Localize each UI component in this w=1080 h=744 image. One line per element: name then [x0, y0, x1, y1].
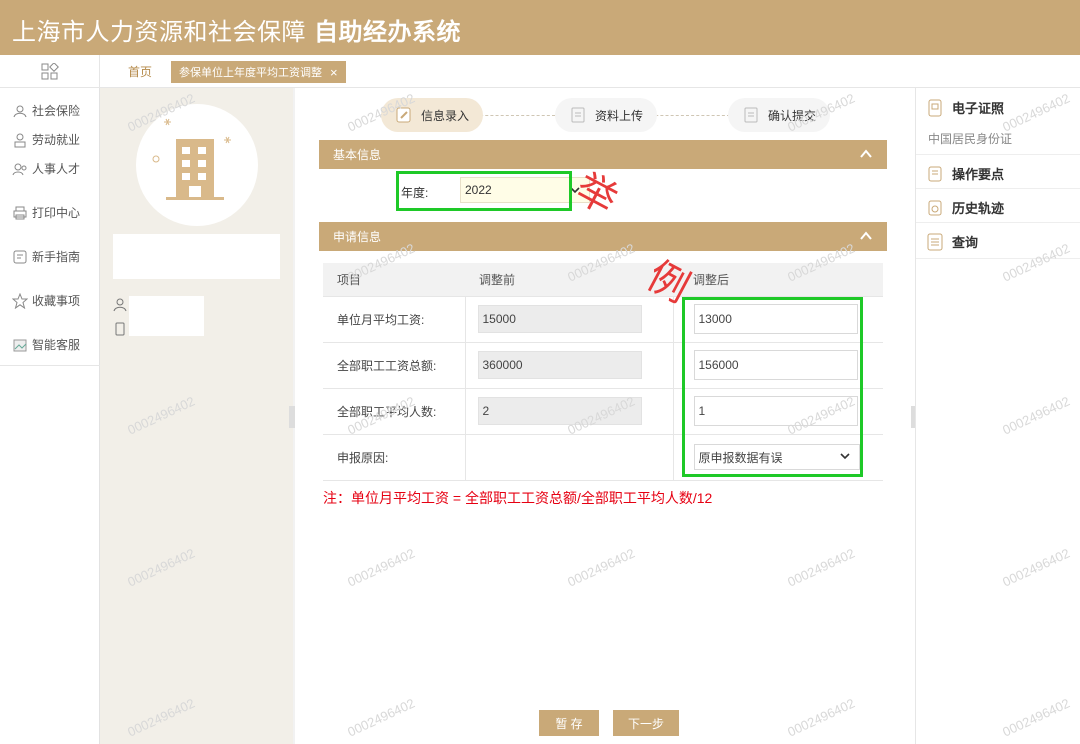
phone-icon — [115, 322, 125, 336]
sidebar-item-employment[interactable]: 劳动就业 — [12, 131, 80, 148]
query-link[interactable]: 查询 — [926, 232, 978, 251]
printer-icon — [13, 206, 27, 219]
star-icon — [12, 292, 28, 309]
row-item-label: 单位月平均工资: — [323, 296, 466, 343]
person-icon — [113, 298, 127, 312]
key-points-icon — [928, 166, 942, 181]
query-icon — [927, 233, 943, 250]
step-indicator: 信息录入 资料上传 确认提交 — [295, 98, 915, 132]
sidebar-item-label: 新手指南 — [32, 250, 81, 264]
sidebar-item-favorites[interactable]: 收藏事项 — [12, 292, 80, 309]
app-title: 上海市人力资源和社会保障 自助经办系统 — [12, 12, 461, 47]
document-icon — [744, 107, 758, 123]
section-title: 基本信息 — [333, 148, 382, 162]
e-license-link[interactable]: 电子证照 — [926, 98, 1004, 117]
before-value-field: 360000 — [477, 351, 642, 379]
sidebar-item-label: 打印中心 — [32, 206, 81, 220]
right-panel-divider — [916, 188, 1080, 189]
right-panel-divider — [916, 154, 1080, 155]
save-draft-button[interactable]: 暂 存 — [539, 710, 599, 736]
right-panel-divider — [916, 258, 1080, 259]
tab-wage-adjustment[interactable]: 参保单位上年度平均工资调整 × — [171, 61, 346, 83]
contact-phone-row — [113, 322, 127, 336]
history-link[interactable]: 历史轨迹 — [926, 198, 1004, 217]
apply-info-header: 申请信息 — [319, 222, 887, 251]
contact-info-box — [129, 296, 204, 336]
social-insurance-icon — [13, 105, 27, 117]
sidebar-item-label: 人事人才 — [32, 162, 81, 176]
sidebar-item-print-center[interactable]: 打印中心 — [12, 204, 80, 221]
customer-service-icon — [13, 339, 27, 351]
empty-cell — [465, 434, 674, 481]
section-title: 申请信息 — [333, 230, 382, 244]
before-value-field: 2 — [477, 397, 642, 425]
e-license-icon — [928, 99, 942, 116]
app-grid-button[interactable] — [0, 55, 100, 88]
row-item-label: 申报原因: — [323, 434, 466, 481]
table-header-row: 项目 调整前 调整后 — [323, 263, 883, 297]
before-value-field: 15000 — [477, 305, 642, 333]
app-title-main: 上海市人力资源和社会保障 — [12, 19, 306, 46]
sidebar-divider — [0, 365, 100, 366]
adjusted-values-highlight-box — [682, 297, 863, 477]
step-label: 确认提交 — [768, 108, 817, 123]
organization-avatar — [136, 104, 258, 226]
step-label: 资料上传 — [595, 108, 644, 123]
step-connector — [475, 115, 555, 116]
step-label: 信息录入 — [421, 108, 470, 123]
query-label: 查询 — [952, 235, 979, 250]
sidebar-item-customer-service[interactable]: 智能客服 — [12, 336, 80, 353]
sidebar-item-label: 收藏事项 — [32, 294, 81, 308]
sidebar-item-label: 劳动就业 — [32, 133, 81, 147]
document-icon — [571, 107, 585, 123]
column-header: 调整后 — [673, 263, 883, 297]
e-license-sub[interactable]: 中国居民身份证 — [928, 130, 1012, 147]
edit-icon — [396, 107, 411, 123]
right-panel: 电子证照 中国居民身份证 操作要点 历史轨迹 查询 — [915, 88, 1080, 744]
sidebar-item-guide[interactable]: 新手指南 — [12, 248, 80, 265]
close-icon[interactable]: × — [330, 65, 338, 80]
contact-person-row — [113, 298, 127, 312]
step-confirm: 确认提交 — [728, 98, 831, 132]
sidebar-item-talent[interactable]: 人事人才 — [12, 160, 80, 177]
right-panel-divider — [916, 222, 1080, 223]
history-icon — [928, 200, 942, 215]
history-label: 历史轨迹 — [952, 201, 1005, 216]
step-info-entry: 信息录入 — [381, 98, 484, 132]
unit-info-panel — [100, 88, 293, 744]
column-header: 项目 — [323, 263, 465, 297]
sidebar: 社会保险 劳动就业 人事人才 打印中心 新手指南 收藏事项 智能客服 — [0, 88, 100, 744]
row-item-label: 全部职工平均人数: — [323, 388, 466, 435]
guide-icon — [13, 250, 27, 263]
sidebar-item-label: 社会保险 — [32, 104, 81, 118]
year-highlight-box — [396, 171, 572, 211]
next-step-button[interactable]: 下一步 — [613, 710, 679, 736]
tab-bar: 首页 参保单位上年度平均工资调整 × — [0, 55, 1080, 88]
app-header: 上海市人力资源和社会保障 自助经办系统 — [0, 0, 1080, 55]
sidebar-item-social-insurance[interactable]: 社会保险 — [12, 102, 80, 119]
sidebar-item-label: 智能客服 — [32, 338, 81, 352]
row-item-label: 全部职工工资总额: — [323, 342, 466, 389]
chevron-up-icon[interactable] — [859, 147, 873, 161]
chevron-up-icon[interactable] — [859, 229, 873, 243]
formula-note: 注：单位月平均工资 = 全部职工工资总额/全部职工平均人数/12 — [323, 490, 713, 506]
app-grid-icon — [41, 62, 59, 79]
tab-wage-adjustment-label: 参保单位上年度平均工资调整 — [179, 67, 322, 79]
key-points-label: 操作要点 — [952, 167, 1005, 182]
tab-home[interactable]: 首页 — [128, 63, 152, 80]
talent-icon — [12, 163, 27, 175]
app-title-system: 自助经办系统 — [314, 19, 461, 46]
key-points-link[interactable]: 操作要点 — [926, 164, 1004, 183]
step-upload: 资料上传 — [555, 98, 658, 132]
employment-icon — [14, 133, 26, 147]
building-icon — [152, 118, 231, 200]
unit-name-box — [113, 234, 280, 279]
e-license-label: 电子证照 — [952, 101, 1005, 116]
step-connector — [645, 115, 730, 116]
